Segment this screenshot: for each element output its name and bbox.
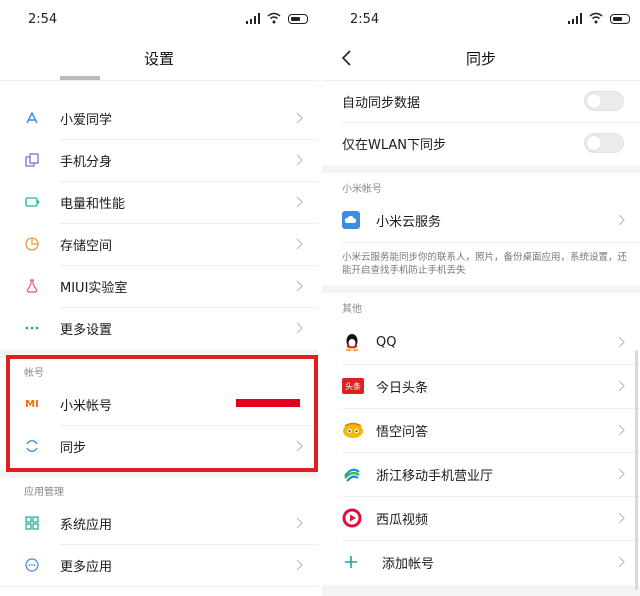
- chevron-right-icon: [618, 424, 625, 436]
- chevron-right-icon: [296, 559, 303, 571]
- status-time: 2:54: [28, 12, 58, 27]
- account-label: QQ: [376, 334, 397, 350]
- section-header-mi-account: 小米帐号: [342, 184, 382, 195]
- section-header-apps: 应用管理: [24, 487, 64, 498]
- clone-icon: [25, 153, 39, 167]
- chevron-right-icon: [296, 517, 303, 529]
- settings-item-label: 小爱同学: [60, 112, 113, 128]
- storage-pie-icon: [25, 237, 39, 251]
- scrollbar[interactable]: [635, 350, 638, 590]
- chevron-right-icon: [296, 112, 303, 124]
- settings-item-storage[interactable]: 存储空间: [0, 223, 318, 265]
- qq-icon: [346, 334, 358, 352]
- divider: [0, 80, 318, 81]
- toggle-row-auto-sync[interactable]: 自动同步数据: [322, 80, 640, 122]
- add-account-button[interactable]: 添加帐号: [322, 540, 640, 584]
- account-label: 浙江移动手机营业厅: [376, 468, 494, 484]
- section-header-other: 其他: [342, 304, 362, 315]
- divider: [342, 242, 640, 243]
- toggle-label: 仅在WLAN下同步: [342, 137, 447, 153]
- wlan-only-switch[interactable]: [584, 133, 624, 153]
- account-label: 悟空问答: [376, 424, 429, 440]
- chevron-right-icon: [296, 322, 303, 334]
- account-item-toutiao[interactable]: 头条 今日头条: [322, 364, 640, 408]
- settings-item-clone[interactable]: 手机分身: [0, 139, 318, 181]
- sync-panel: 2:54 同步 自动同步数据 仅在WLAN下同步 小米帐号 小米云服务 小米云服…: [322, 0, 640, 596]
- add-account-label: 添加帐号: [382, 556, 435, 572]
- cloud-service-description: 小米云服务能同步你的联系人，照片，备份桌面应用，系统设置，还能开启查找手机防止手…: [342, 252, 628, 276]
- chevron-right-icon: [618, 468, 625, 480]
- cloud-service-label: 小米云服务: [376, 214, 442, 230]
- settings-panel: 2:54 设置 小爱同学 手机分身 电量和性能 存储空间 MIUI实验室 更多设…: [0, 0, 318, 596]
- more-dots-icon: [25, 326, 39, 330]
- china-mobile-icon: [344, 468, 360, 482]
- chevron-right-icon: [296, 238, 303, 250]
- settings-item-xiaoai[interactable]: 小爱同学: [0, 97, 318, 139]
- status-time: 2:54: [350, 12, 380, 27]
- page-title: 设置: [143, 50, 174, 68]
- wifi-icon: [267, 12, 281, 24]
- chevron-right-icon: [618, 336, 625, 348]
- settings-item-label: 系统应用: [60, 517, 113, 533]
- account-item-china-mobile[interactable]: 浙江移动手机营业厅: [322, 452, 640, 496]
- settings-item-miui-lab[interactable]: MIUI实验室: [0, 265, 318, 307]
- clipped-row-text: [60, 76, 100, 80]
- chevron-right-icon: [296, 196, 303, 208]
- settings-item-label: MIUI实验室: [60, 280, 128, 296]
- account-item-qq[interactable]: QQ: [322, 320, 640, 364]
- chevron-right-icon: [296, 154, 303, 166]
- settings-item-label: 电量和性能: [60, 196, 126, 212]
- section-gap: [322, 285, 640, 293]
- chevron-right-icon: [618, 380, 625, 392]
- account-item-xigua[interactable]: 西瓜视频: [322, 496, 640, 540]
- toggle-label: 自动同步数据: [342, 95, 421, 111]
- settings-item-label: 存储空间: [60, 238, 113, 254]
- divider: [0, 586, 318, 587]
- more-circle-icon: [25, 558, 39, 572]
- auto-sync-switch[interactable]: [584, 91, 624, 111]
- redaction-mark: [236, 399, 300, 407]
- toutiao-icon: 头条: [342, 378, 364, 394]
- settings-item-more-apps[interactable]: 更多应用: [0, 544, 318, 586]
- status-bar: 2:54: [0, 0, 318, 40]
- chevron-right-icon: [618, 512, 625, 524]
- signal-icon: [568, 13, 582, 24]
- cloud-service-item[interactable]: 小米云服务: [322, 199, 640, 241]
- chevron-right-icon: [296, 280, 303, 292]
- settings-item-label: 更多应用: [60, 559, 113, 575]
- account-item-wukong[interactable]: 悟空问答: [322, 408, 640, 452]
- bottom-gap: [322, 585, 640, 596]
- grid-icon: [25, 516, 39, 530]
- toggle-row-wlan-only[interactable]: 仅在WLAN下同步: [322, 122, 640, 164]
- flask-icon: [26, 279, 38, 293]
- settings-item-label: 更多设置: [60, 322, 113, 338]
- signal-icon: [246, 13, 260, 24]
- battery-status-icon: [288, 14, 308, 24]
- status-bar: 2:54: [322, 0, 640, 40]
- settings-item-system-apps[interactable]: 系统应用: [0, 502, 318, 544]
- settings-item-battery[interactable]: 电量和性能: [0, 181, 318, 223]
- xigua-icon: [342, 508, 362, 528]
- battery-icon: [25, 197, 39, 207]
- page-title: 同步: [465, 50, 496, 68]
- account-label: 西瓜视频: [376, 512, 429, 528]
- xiaoai-icon: [26, 111, 38, 124]
- account-label: 今日头条: [376, 380, 429, 396]
- chevron-right-icon: [618, 556, 625, 568]
- cloud-icon: [342, 211, 360, 229]
- battery-status-icon: [610, 14, 630, 24]
- chevron-right-icon: [618, 214, 625, 226]
- settings-item-label: 手机分身: [60, 154, 113, 170]
- section-gap: [322, 165, 640, 173]
- wifi-icon: [589, 12, 603, 24]
- wukong-icon: [343, 422, 363, 438]
- highlight-box: [6, 355, 318, 472]
- settings-item-more[interactable]: 更多设置: [0, 307, 318, 349]
- plus-icon: [345, 556, 357, 568]
